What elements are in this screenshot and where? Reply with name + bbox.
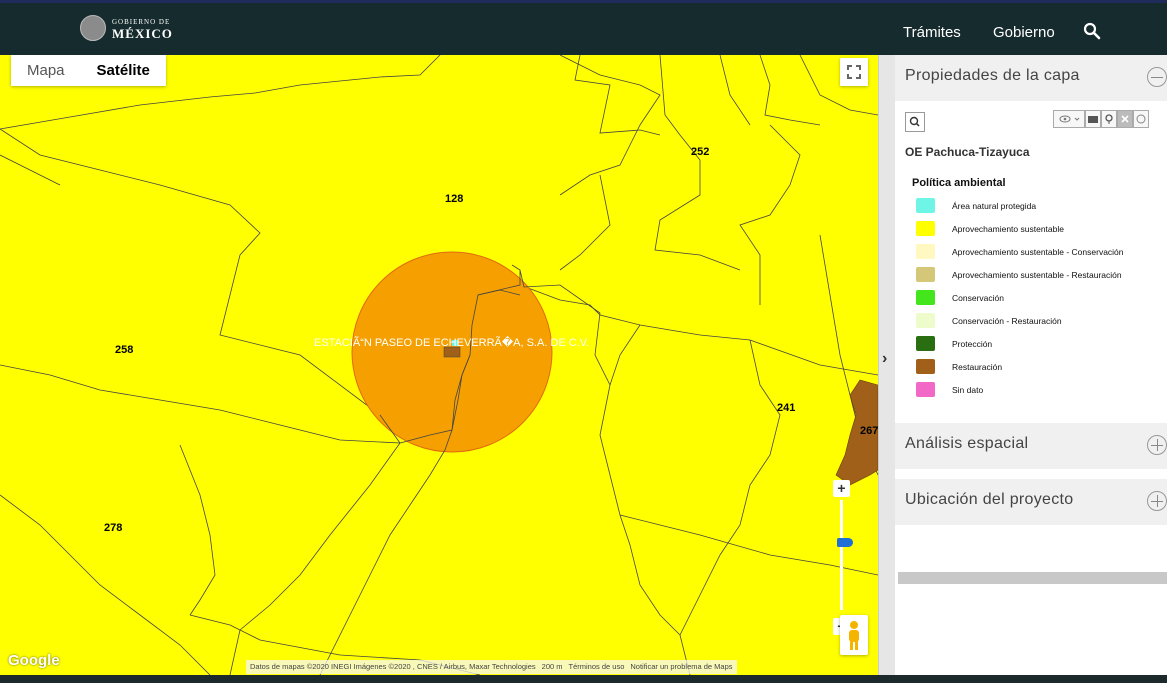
legend-label: Restauración [952, 361, 1003, 372]
street-view-pegman[interactable] [840, 615, 868, 655]
parcel-label: 128 [445, 193, 464, 205]
layer-search-button[interactable] [905, 112, 925, 132]
legend-label: Área natural protegida [952, 200, 1037, 211]
legend-swatch [916, 359, 935, 374]
layer-name: OE Pachuca-Tizayuca [905, 145, 1030, 159]
zoom-slider[interactable] [837, 500, 853, 610]
national-seal-icon [80, 15, 106, 41]
gobierno-logo[interactable]: GOBIERNO DE MÉXICO [80, 15, 173, 41]
attribution-text: Datos de mapas ©2020 INEGI Imágenes ©202… [250, 662, 536, 671]
eye-icon [1059, 115, 1080, 123]
properties-section-header[interactable]: Propiedades de la capa [895, 55, 1167, 101]
top-navigation-bar: GOBIERNO DE MÉXICO Trámites Gobierno [0, 0, 1167, 55]
legend-item: Aprovechamiento sustentable - Restauraci… [916, 263, 1124, 286]
collapse-panel-icon[interactable]: › [882, 350, 887, 368]
remove-layer-button[interactable] [1117, 110, 1133, 128]
legend-swatch [916, 244, 935, 259]
search-icon [909, 116, 920, 127]
zoom-in-button[interactable]: + [833, 480, 850, 497]
side-panel: Propiedades de la capa OE Pachuca-Tizayu… [895, 55, 1167, 675]
parcel-label: 278 [104, 522, 123, 534]
scale-label: 200 m [541, 662, 563, 671]
help-icon [1136, 114, 1146, 124]
google-logo: Google [8, 652, 60, 669]
nav-gobierno-link[interactable]: Gobierno [993, 24, 1055, 41]
parcel-label: 252 [691, 146, 710, 158]
zoom-slider-handle[interactable] [837, 538, 853, 547]
map-pin-icon [1105, 114, 1113, 124]
fullscreen-button[interactable] [840, 58, 868, 86]
legend-swatch [916, 313, 935, 328]
spatial-analysis-title: Análisis espacial [905, 435, 1029, 452]
legend-item: Aprovechamiento sustentable [916, 217, 1124, 240]
bottom-edge [0, 675, 1167, 683]
location-pin-button[interactable] [1101, 110, 1117, 128]
terms-link[interactable]: Términos de uso [569, 662, 625, 672]
legend-item: Área natural protegida [916, 194, 1124, 217]
pegman-icon [849, 621, 859, 650]
legend-label: Aprovechamiento sustentable - Restauraci… [952, 269, 1122, 280]
folder-button[interactable] [1085, 110, 1101, 128]
legend-item: Protección [916, 332, 1124, 355]
legend-item: Sin dato [916, 378, 1124, 401]
map-type-control: Mapa Satélite [11, 55, 166, 86]
legend-swatch [916, 267, 935, 282]
properties-title: Propiedades de la capa [905, 67, 1080, 84]
legend-label: Aprovechamiento sustentable - Conservaci… [952, 246, 1124, 257]
legend-swatch [916, 336, 935, 351]
station-label: ESTACIÃ“N PASEO DE ECHEVERRÃ�A, S.A. DE … [314, 337, 590, 349]
parcel-label: 241 [777, 402, 796, 414]
search-icon[interactable] [1083, 22, 1101, 40]
legend-item: Aprovechamiento sustentable - Conservaci… [916, 240, 1124, 263]
project-location-title: Ubicación del proyecto [905, 491, 1074, 508]
map-attribution: Datos de mapas ©2020 INEGI Imágenes ©202… [246, 660, 737, 674]
help-button[interactable] [1133, 110, 1149, 128]
legend-label: Conservación - Restauración [952, 315, 1062, 326]
legend-item: Restauración [916, 355, 1124, 378]
legend-title: Política ambiental [912, 177, 1006, 189]
close-icon [1121, 115, 1129, 123]
fullscreen-icon [847, 65, 861, 79]
map-type-mapa-button[interactable]: Mapa [11, 62, 81, 79]
legend-label: Sin dato [952, 384, 984, 395]
legend-swatch [916, 382, 935, 397]
collapse-properties-icon[interactable] [1147, 67, 1167, 87]
legend-item: Conservación - Restauración [916, 309, 1124, 332]
map-canvas[interactable]: Mapa Satélite 128 252 258 241 267 278 ES… [0, 55, 878, 675]
legend-label: Conservación [952, 292, 1004, 303]
expand-project-location-icon[interactable] [1147, 491, 1167, 511]
project-location-section-header[interactable]: Ubicación del proyecto [895, 479, 1167, 525]
visibility-dropdown-button[interactable] [1053, 110, 1085, 128]
legend-item: Conservación [916, 286, 1124, 309]
folder-icon [1088, 116, 1098, 123]
legend-swatch [916, 198, 935, 213]
legend-swatch [916, 221, 935, 236]
horizontal-scrollbar[interactable] [898, 572, 1167, 584]
legend-list: Área natural protegida Aprovechamiento s… [916, 194, 1124, 401]
panel-divider: › [878, 55, 895, 675]
legend-swatch [916, 290, 935, 305]
logo-line2: MÉXICO [112, 26, 173, 41]
spatial-analysis-section-header[interactable]: Análisis espacial [895, 423, 1167, 469]
legend-label: Protección [952, 338, 993, 349]
layer-toolbar [1053, 110, 1149, 128]
map-type-satellite-button[interactable]: Satélite [81, 62, 166, 79]
nav-tramites-link[interactable]: Trámites [903, 24, 961, 41]
expand-spatial-analysis-icon[interactable] [1147, 435, 1167, 455]
map-parcel-lines [0, 55, 878, 675]
parcel-label: 267 [860, 425, 878, 437]
report-problem-link[interactable]: Notificar un problema de Maps [630, 662, 732, 672]
parcel-label: 258 [115, 344, 134, 356]
legend-label: Aprovechamiento sustentable [952, 223, 1064, 234]
